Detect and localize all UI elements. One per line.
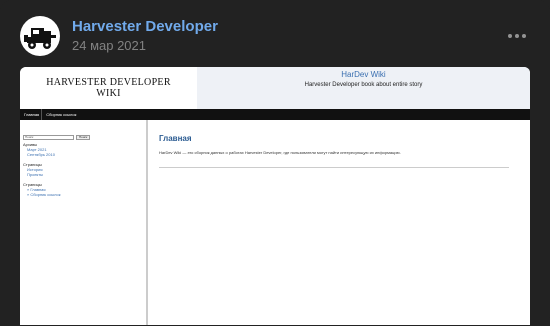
wiki-logo-line2: WIKI <box>96 88 121 99</box>
wiki-pages-2: Страницы » Главная » Сборник ссылок <box>23 182 61 197</box>
author-name[interactable]: Harvester Developer <box>72 18 218 35</box>
wiki-nav-bar: Главная Сборник ссылок <box>20 109 530 120</box>
avatar[interactable] <box>20 16 60 56</box>
wiki-search-button: Поиск <box>76 135 91 140</box>
wiki-tagline: Harvester Developer book about entire st… <box>304 82 423 88</box>
wiki-search: Поиск Поиск <box>23 135 91 140</box>
wiki-content: Главная HarDev Wiki — это сборник данных… <box>148 120 530 325</box>
post-card: Harvester Developer 24 мар 2021 HARVESTE… <box>0 0 550 326</box>
wiki-page2-link: » Сборник ссылок <box>27 192 61 197</box>
wiki-nav-links: Сборник ссылок <box>46 112 77 117</box>
wiki-page-title: Главная <box>159 134 192 143</box>
wiki-page-text: HarDev Wiki — это сборник данных о работ… <box>159 150 401 155</box>
wiki-pages: Страницы История Проекты <box>23 162 43 177</box>
dot <box>522 34 526 38</box>
three-dots-icon[interactable] <box>508 28 526 44</box>
wiki-archive-link: Сентябрь 2010 <box>27 152 55 157</box>
wiki-logo-line1: HARVESTER DEVELOPER <box>46 77 171 88</box>
wiki-divider <box>159 167 509 168</box>
attached-screenshot[interactable]: HARVESTER DEVELOPER WIKI HarDev Wiki Har… <box>20 67 530 325</box>
post-date[interactable]: 24 мар 2021 <box>72 38 146 53</box>
dot <box>515 34 519 38</box>
wiki-sidebar: Поиск Поиск Архивы Март 2021 Сентябрь 20… <box>20 120 148 325</box>
wiki-banner: HarDev Wiki Harvester Developer book abo… <box>197 67 530 109</box>
wiki-search-input: Поиск <box>23 135 74 140</box>
wiki-nav-home: Главная <box>22 109 43 120</box>
harvester-machine-icon <box>24 28 56 49</box>
wiki-archives: Архивы Март 2021 Сентябрь 2010 <box>23 142 55 157</box>
wiki-page-link: Проекты <box>27 172 44 177</box>
wiki-logo: HARVESTER DEVELOPER WIKI <box>20 67 197 109</box>
dot <box>508 34 512 38</box>
wiki-site-name: HarDev Wiki <box>341 70 386 79</box>
